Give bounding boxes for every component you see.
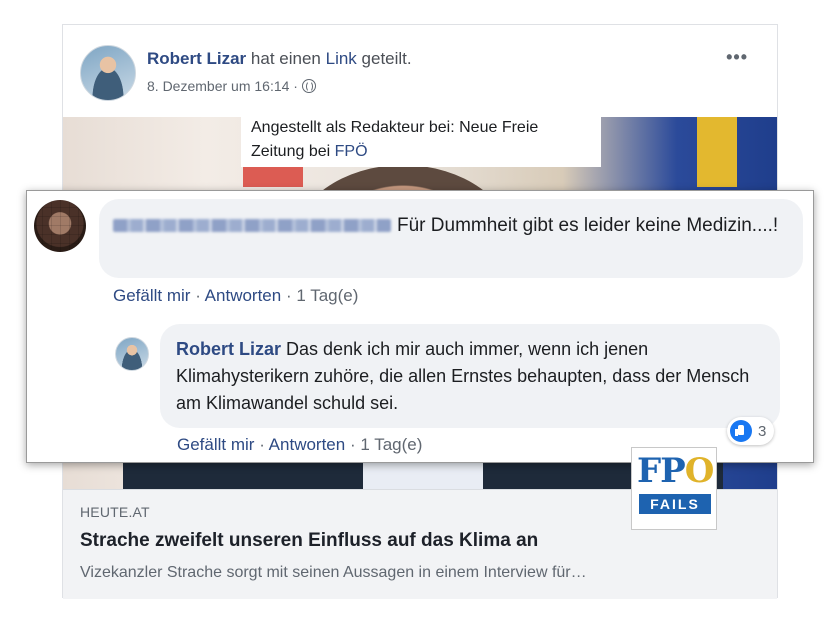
comment-actions: Gefällt mir · Antworten · 1 Tag(e) [113, 286, 358, 306]
author-name-link[interactable]: Robert Lizar [147, 49, 246, 68]
comment-thread-overlay: Für Dummheit gibt es leider keine Medizi… [26, 190, 814, 463]
separator: · [195, 286, 201, 305]
reply-actions: Gefällt mir · Antworten · 1 Tag(e) [177, 435, 422, 455]
caption-link[interactable]: FPÖ [335, 143, 368, 160]
reaction-count: 3 [758, 422, 767, 440]
image-flag-gold [697, 117, 737, 187]
reply-bubble: Robert Lizar Das denk ich mir auch immer… [160, 324, 780, 428]
post-header: Robert Lizar hat einen Link geteilt. 8. … [80, 45, 760, 105]
post-author-line: Robert Lizar hat einen Link geteilt. [147, 49, 412, 69]
reply-reply-link[interactable]: Antworten [269, 435, 346, 454]
action-prefix: hat einen [250, 49, 321, 68]
reply-author-avatar[interactable] [115, 337, 149, 371]
commenter-name-blurred[interactable] [113, 219, 391, 233]
fpo-fails-logo: FPO FAILS [631, 447, 717, 530]
comment-time[interactable]: 1 Tag(e) [296, 286, 358, 305]
reply-author-name[interactable]: Robert Lizar [176, 339, 281, 359]
reaction-count-badge[interactable]: 3 [727, 417, 775, 445]
link-title[interactable]: Strache zweifelt unseren Einfluss auf da… [80, 530, 538, 552]
separator: · [259, 435, 265, 454]
reply-time[interactable]: 1 Tag(e) [360, 435, 422, 454]
thumbs-up-icon [730, 420, 752, 442]
post-timestamp[interactable]: 8. Dezember um 16:14 · [147, 78, 298, 94]
logo-fails-bar: FAILS [639, 494, 711, 514]
author-avatar[interactable] [80, 45, 136, 101]
logo-wordmark: FPO [637, 451, 714, 491]
globe-icon[interactable] [301, 79, 316, 93]
comment-like-link[interactable]: Gefällt mir [113, 286, 190, 305]
separator: · [349, 435, 356, 454]
comment-reply-link[interactable]: Antworten [205, 286, 282, 305]
comment-text: Für Dummheit gibt es leider keine Medizi… [397, 215, 779, 236]
link-description: Vizekanzler Strache sorgt mit seinen Aus… [80, 564, 587, 581]
link-domain: HEUTE.AT [80, 504, 150, 520]
post-caption: Angestellt als Redakteur bei: Neue Freie… [241, 111, 601, 167]
commenter-avatar-blurred[interactable] [34, 200, 86, 252]
comment-bubble: Für Dummheit gibt es leider keine Medizi… [99, 199, 803, 278]
action-suffix: geteilt. [361, 49, 412, 68]
caption-text: Angestellt als Redakteur bei: Neue Freie… [251, 119, 539, 160]
separator: · [285, 286, 292, 305]
reply-like-link[interactable]: Gefällt mir [177, 435, 254, 454]
post-meta: 8. Dezember um 16:14 · [147, 78, 316, 94]
more-options-icon[interactable]: ••• [726, 47, 748, 68]
action-link[interactable]: Link [326, 49, 357, 68]
